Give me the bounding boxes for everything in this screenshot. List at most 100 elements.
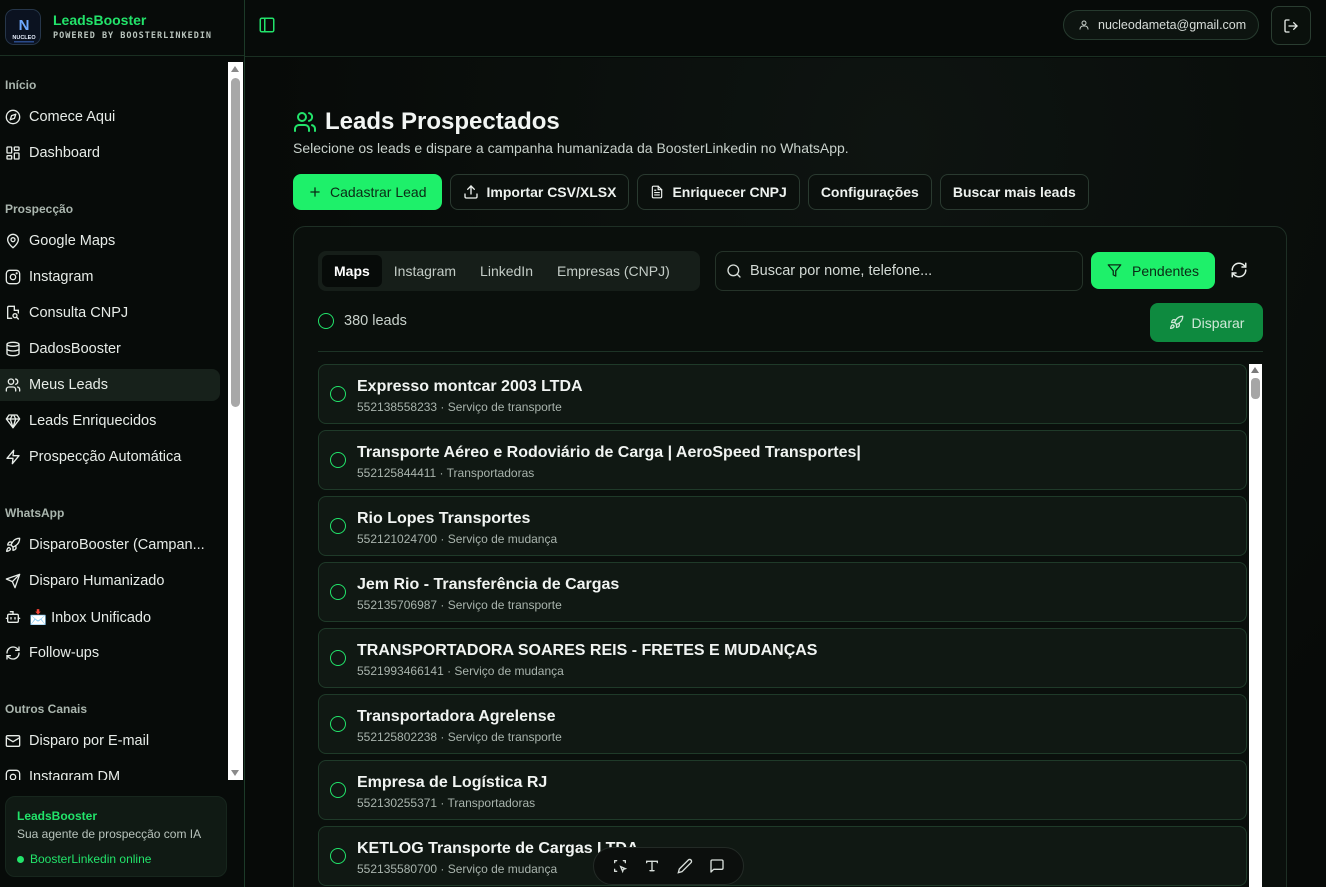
logout-button[interactable] bbox=[1271, 6, 1311, 45]
brand-title: LeadsBooster bbox=[53, 12, 147, 28]
lead-checkbox[interactable] bbox=[330, 650, 346, 666]
sidebar-item-disparobooster[interactable]: DisparoBooster (Campan... bbox=[0, 529, 220, 561]
sidebar-item-label: Leads Enriquecidos bbox=[29, 413, 157, 429]
sidebar-item-leads-enriquecidos[interactable]: Leads Enriquecidos bbox=[0, 405, 220, 437]
lead-row[interactable]: Empresa de Logística RJ 552130255371 · T… bbox=[318, 760, 1247, 820]
lead-row[interactable]: Jem Rio - Transferência de Cargas 552135… bbox=[318, 562, 1247, 622]
lead-row[interactable]: KETLOG Transporte de Cargas LTDA 5521355… bbox=[318, 826, 1247, 886]
sidebar-item-meus-leads[interactable]: Meus Leads bbox=[0, 369, 220, 401]
enrich-cnpj-button[interactable]: Enriquecer CNPJ bbox=[637, 174, 800, 210]
sidebar-item-follow-ups[interactable]: Follow-ups bbox=[0, 637, 220, 669]
lead-checkbox[interactable] bbox=[330, 518, 346, 534]
text-tool-icon[interactable] bbox=[644, 858, 660, 874]
pen-icon[interactable] bbox=[677, 858, 693, 874]
plus-icon bbox=[310, 187, 320, 197]
sidebar-item-inbox-unificado[interactable]: 📩 Inbox Unificado bbox=[0, 601, 220, 633]
sidebar-scrollbar[interactable] bbox=[228, 62, 243, 780]
lead-meta: 552121024700 · Serviço de mudança bbox=[357, 532, 558, 546]
comment-icon[interactable] bbox=[709, 858, 725, 874]
sidebar-item-dadosbooster[interactable]: DadosBooster bbox=[0, 333, 220, 365]
action-toolbar: Cadastrar Lead Importar CSV/XLSX Enrique… bbox=[293, 174, 1089, 210]
import-csv-button[interactable]: Importar CSV/XLSX bbox=[449, 174, 630, 210]
lead-checkbox[interactable] bbox=[330, 848, 346, 864]
scroll-up-arrow-icon[interactable] bbox=[1251, 367, 1259, 373]
scroll-down-arrow-icon[interactable] bbox=[231, 770, 239, 776]
leads-count: 380 leads bbox=[344, 313, 407, 329]
lead-row[interactable]: Transportadora Agrelense 552125802238 · … bbox=[318, 694, 1247, 754]
sidebar-item-label: DisparoBooster (Campan... bbox=[29, 537, 205, 553]
sidebar-item-label: Consulta CNPJ bbox=[29, 305, 129, 321]
file-search-icon bbox=[7, 305, 19, 320]
tab-empresas-cnpj[interactable]: Empresas (CNPJ) bbox=[545, 255, 682, 287]
sidebar-item-consulta-cnpj[interactable]: Consulta CNPJ bbox=[0, 297, 220, 329]
sidebar-item-label: Google Maps bbox=[29, 233, 116, 249]
sidebar-item-label: Dashboard bbox=[29, 145, 100, 161]
brand-logo[interactable]: N NUCLEO bbox=[5, 9, 41, 45]
lead-name: Rio Lopes Transportes bbox=[357, 510, 531, 527]
floating-toolbar bbox=[593, 847, 744, 885]
sidebar-item-dashboard[interactable]: Dashboard bbox=[0, 137, 220, 169]
tab-instagram[interactable]: Instagram bbox=[382, 255, 468, 287]
logo-text: NUCLEO bbox=[12, 35, 36, 41]
select-all-checkbox[interactable] bbox=[318, 313, 334, 329]
svg-text:N: N bbox=[19, 17, 30, 34]
lead-row[interactable]: Transporte Aéreo e Rodoviário de Carga |… bbox=[318, 430, 1247, 490]
lead-row[interactable]: Expresso montcar 2003 LTDA 552138558233 … bbox=[318, 364, 1247, 424]
add-lead-button[interactable]: Cadastrar Lead bbox=[293, 174, 442, 210]
select-element-icon[interactable] bbox=[612, 858, 628, 874]
lead-meta: 552125802238 · Serviço de transporte bbox=[357, 730, 562, 744]
scrollbar-thumb[interactable] bbox=[1251, 378, 1260, 399]
assistant-title: LeadsBooster bbox=[17, 809, 98, 823]
lead-meta: 552135580700 · Serviço de mudança bbox=[357, 862, 558, 876]
lead-name: Transportadora Agrelense bbox=[357, 708, 556, 725]
import-csv-label: Importar CSV/XLSX bbox=[486, 184, 617, 200]
sidebar-item-label: Meus Leads bbox=[29, 377, 108, 393]
user-account-pill[interactable]: nucleodameta@gmail.com bbox=[1063, 10, 1259, 40]
sidebar-item-disparo-email[interactable]: Disparo por E-mail bbox=[0, 725, 220, 757]
lead-meta: 552130255371 · Transportadoras bbox=[357, 796, 536, 810]
assistant-status-card: LeadsBooster Sua agente de prospecção co… bbox=[5, 796, 227, 877]
scroll-up-arrow-icon[interactable] bbox=[231, 66, 239, 72]
upload-icon bbox=[463, 185, 478, 199]
lead-row[interactable]: TRANSPORTADORA SOARES REIS - FRETES E MU… bbox=[318, 628, 1247, 688]
compass-icon bbox=[5, 109, 21, 125]
rocket-icon bbox=[5, 537, 21, 552]
sidebar-item-instagram[interactable]: Instagram bbox=[0, 261, 220, 293]
online-status: BoosterLinkedin online bbox=[17, 852, 151, 866]
leads-list-scrollbar[interactable] bbox=[1249, 364, 1262, 887]
tab-linkedin[interactable]: LinkedIn bbox=[468, 255, 545, 287]
bot-icon bbox=[5, 611, 21, 623]
database-icon bbox=[6, 341, 20, 357]
sidebar-item-disparo-humanizado[interactable]: Disparo Humanizado bbox=[0, 565, 220, 597]
top-bar: nucleodameta@gmail.com bbox=[245, 0, 1326, 57]
lead-checkbox[interactable] bbox=[330, 452, 346, 468]
find-more-leads-button[interactable]: Buscar mais leads bbox=[939, 174, 1089, 210]
lead-meta: 552135706987 · Serviço de transporte bbox=[357, 598, 562, 612]
tab-maps[interactable]: Maps bbox=[322, 255, 382, 287]
page-header: Leads Prospectados bbox=[293, 108, 560, 136]
add-lead-label: Cadastrar Lead bbox=[330, 184, 427, 200]
users-icon bbox=[294, 112, 317, 132]
pending-filter-button[interactable]: Pendentes bbox=[1091, 252, 1215, 289]
dashboard-grid-icon bbox=[6, 146, 20, 160]
nav-section-prospeccao: Prospecção bbox=[5, 202, 74, 216]
sidebar-item-prospeccao-automatica[interactable]: Prospecção Automática bbox=[0, 441, 220, 473]
sidebar-item-comece-aqui[interactable]: Comece Aqui bbox=[0, 101, 220, 133]
brand-subtitle: POWERED BY BOOSTERLINKEDIN bbox=[53, 31, 213, 41]
lead-checkbox[interactable] bbox=[330, 584, 346, 600]
sidebar-toggle-button[interactable] bbox=[258, 16, 276, 34]
sidebar-item-google-maps[interactable]: Google Maps bbox=[0, 225, 220, 257]
lead-row[interactable]: Rio Lopes Transportes 552121024700 · Ser… bbox=[318, 496, 1247, 556]
lead-checkbox[interactable] bbox=[330, 716, 346, 732]
send-campaign-button[interactable]: Disparar bbox=[1150, 303, 1263, 342]
settings-button[interactable]: Configurações bbox=[807, 174, 932, 210]
lead-checkbox[interactable] bbox=[330, 386, 346, 402]
page-description: Selecione os leads e dispare a campanha … bbox=[293, 140, 849, 156]
select-all-row: 380 leads bbox=[318, 313, 407, 329]
lead-meta: 5521993466141 · Serviço de mudança bbox=[357, 664, 564, 678]
search-input[interactable] bbox=[750, 263, 1070, 279]
lead-checkbox[interactable] bbox=[330, 782, 346, 798]
sidebar-item-instagram-dm[interactable]: Instagram DM bbox=[0, 761, 220, 780]
scrollbar-thumb[interactable] bbox=[231, 78, 240, 407]
refresh-button[interactable] bbox=[1230, 261, 1248, 279]
